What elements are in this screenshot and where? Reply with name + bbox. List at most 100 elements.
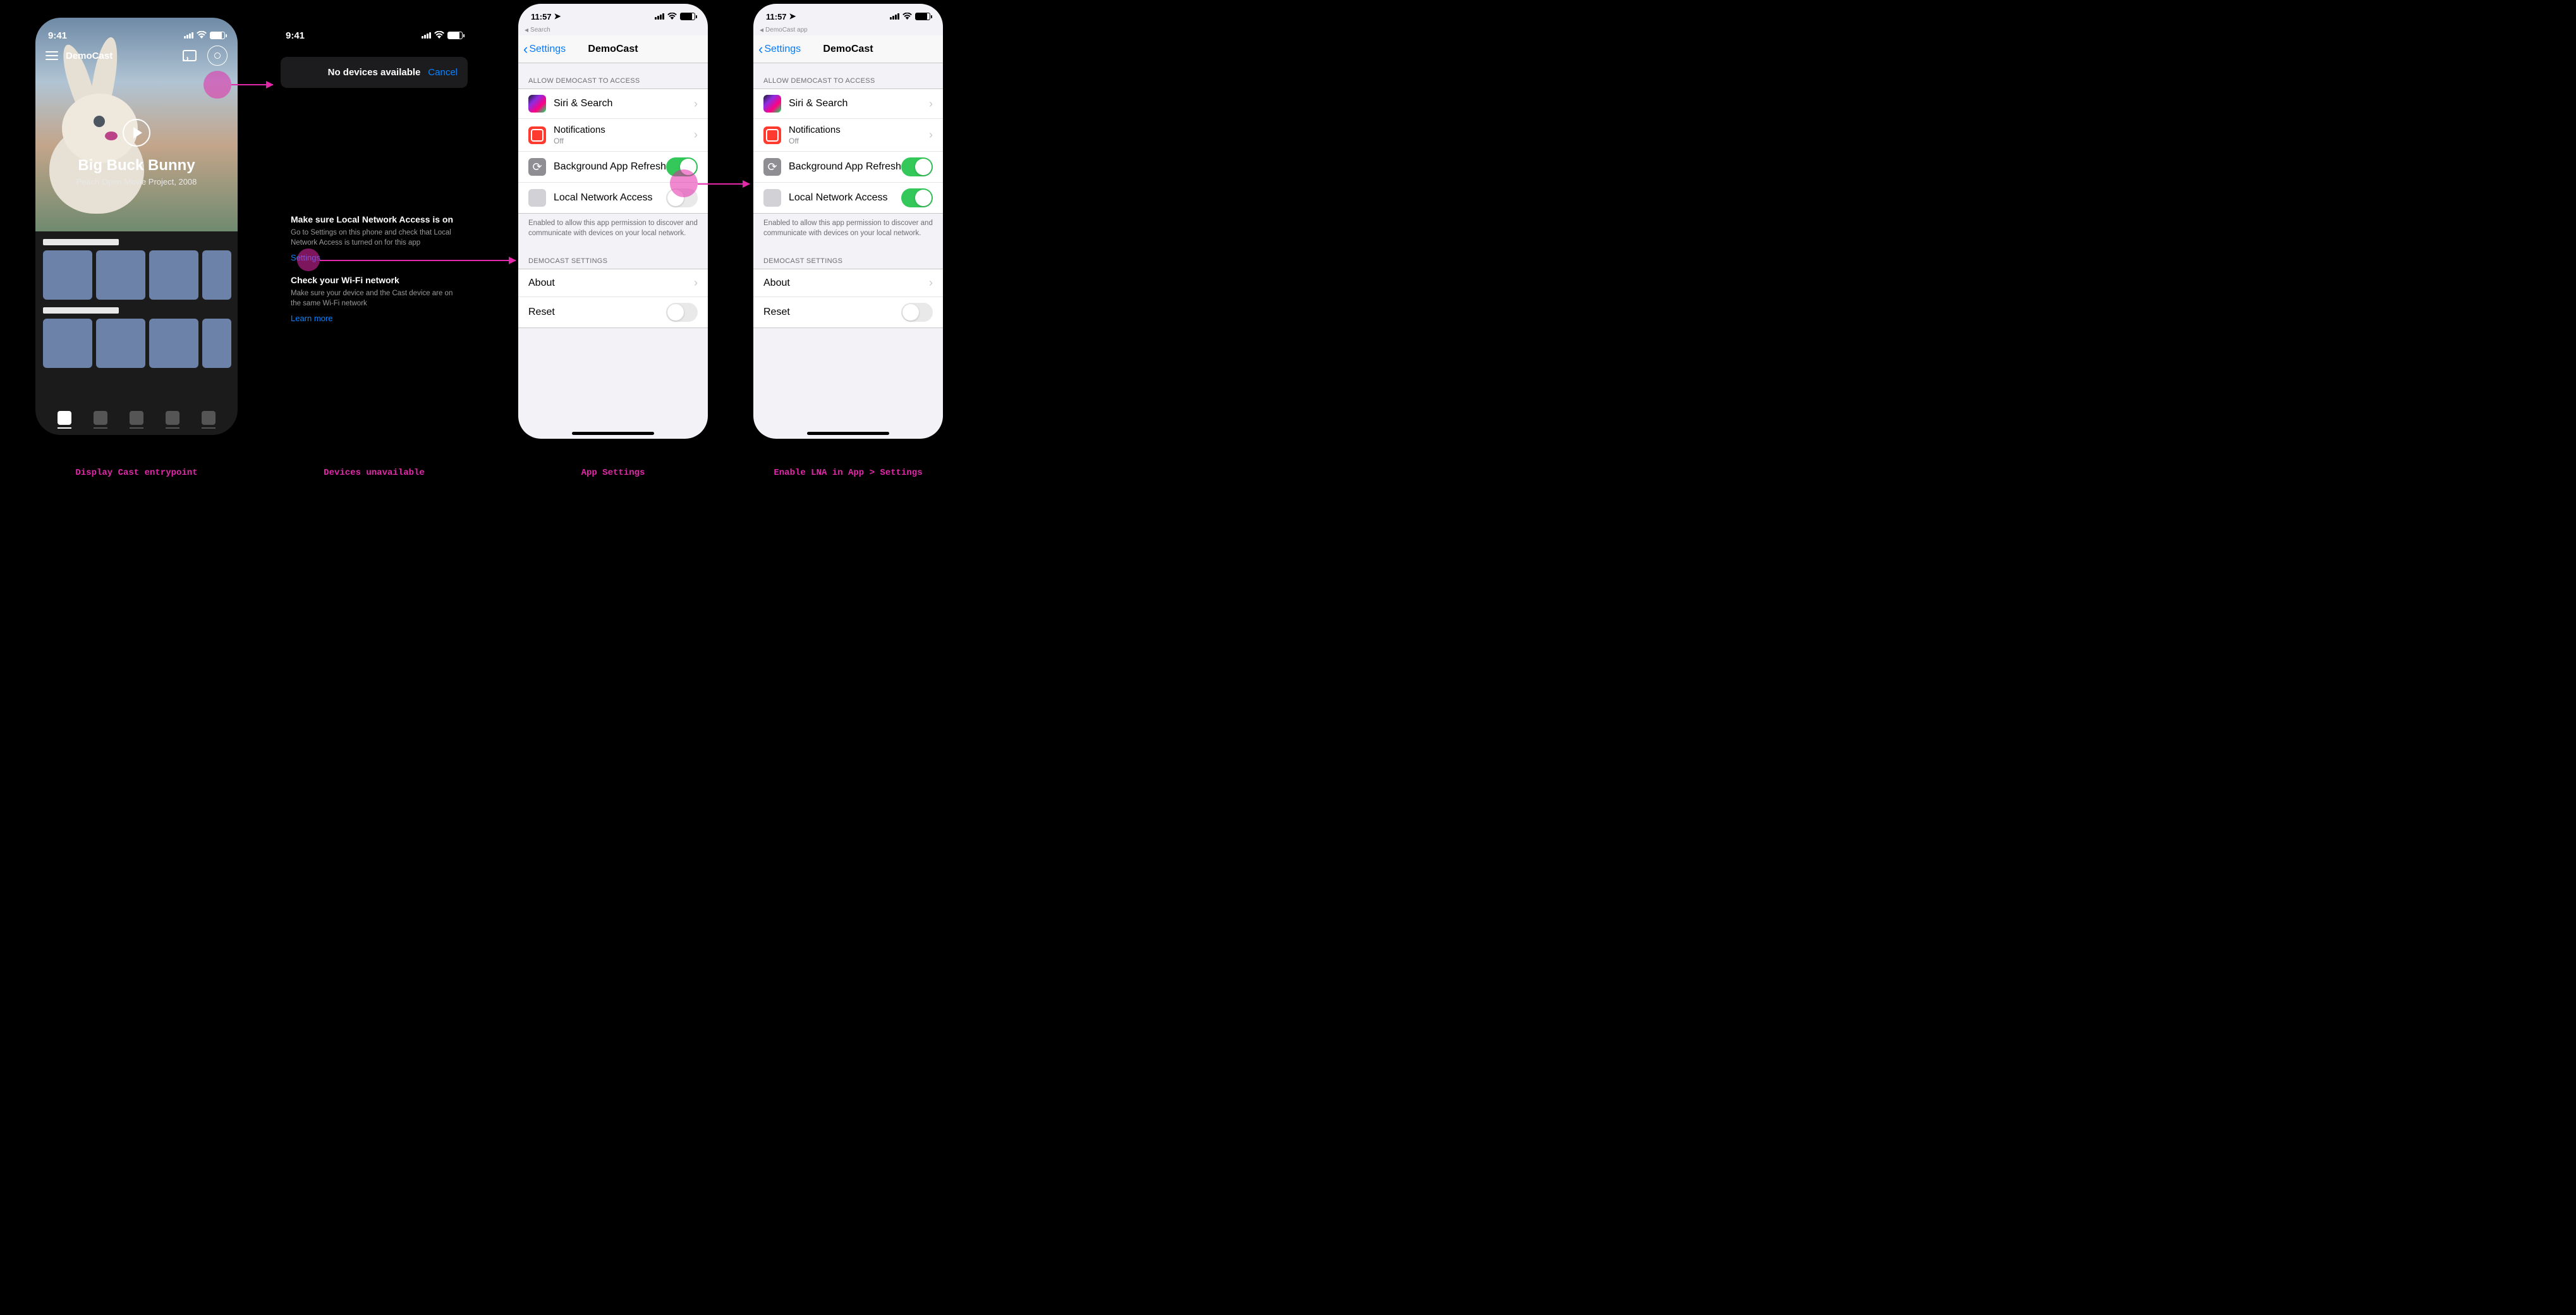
tab-item-2[interactable] [94,411,107,425]
breadcrumb[interactable]: ◂Search [518,24,708,35]
nav-title: DemoCast [823,44,873,55]
battery-icon [210,32,225,39]
chevron-right-icon: › [929,276,933,290]
video-subtitle: Peach Open Movie Project, 2008 [35,177,238,187]
cell-reset: Reset [518,297,708,327]
hamburger-menu-icon[interactable] [46,51,58,60]
status-icons [422,30,463,41]
section-header-democast: DEMOCAST SETTINGS [753,243,943,269]
battery-icon [915,13,930,20]
back-button[interactable]: ‹Settings [523,42,566,56]
content-tile[interactable] [202,319,231,368]
content-tile[interactable] [43,250,92,300]
status-time: 9:41 [48,30,67,41]
content-tile[interactable] [202,250,231,300]
content-tile[interactable] [149,250,198,300]
lna-icon [763,189,781,207]
info-heading-wifi: Check your Wi-Fi network [291,275,458,285]
cell-lna: Local Network Access [753,183,943,213]
chevron-right-icon: › [694,128,698,142]
home-indicator [572,432,654,435]
tab-bar [35,411,238,425]
cast-button[interactable] [179,46,200,66]
status-icons [655,12,695,21]
account-button[interactable] [207,46,228,66]
content-tile[interactable] [149,319,198,368]
content-tile[interactable] [96,319,145,368]
reset-switch[interactable] [666,303,698,322]
chevron-left-icon: ‹ [523,42,528,56]
play-button[interactable] [123,119,150,147]
bg-refresh-switch[interactable] [666,157,698,176]
caret-left-icon: ◂ [760,25,763,34]
tab-item-4[interactable] [166,411,179,425]
cast-icon [183,50,197,61]
reset-switch[interactable] [901,303,933,322]
app-title: DemoCast [66,51,172,61]
lna-icon [528,189,546,207]
siri-icon [528,95,546,113]
cell-notifications[interactable]: Notifications Off › [753,119,943,152]
flow-arrow-2 [320,260,516,261]
chevron-right-icon: › [929,97,933,111]
siri-icon [763,95,781,113]
info-heading-lna: Make sure Local Network Access is on [291,214,458,224]
cancel-button[interactable]: Cancel [428,67,458,78]
cell-lna: Local Network Access [518,183,708,213]
cell-bg-refresh: Background App Refresh [753,152,943,183]
refresh-icon [763,158,781,176]
status-icons [184,30,225,41]
chevron-right-icon: › [694,97,698,111]
caption-4: Enable LNA in App > Settings [753,468,943,478]
bg-refresh-switch[interactable] [901,157,933,176]
allow-access-group: Siri & Search › Notifications Off › Back… [518,89,708,214]
refresh-icon [528,158,546,176]
nav-title: DemoCast [588,44,638,55]
lna-switch[interactable] [666,188,698,207]
chevron-left-icon: ‹ [758,42,763,56]
wifi-icon [197,30,207,41]
phone-app-settings-lna-off: 11:57➤ ◂Search ‹Settings DemoCast ALLOW … [518,4,708,439]
battery-icon [447,32,463,39]
chevron-right-icon: › [694,276,698,290]
status-bar: 11:57➤ [753,4,943,24]
no-devices-sheet: No devices available Cancel [281,57,468,88]
caption-3: App Settings [518,468,708,478]
allow-access-group: Siri & Search › Notifications Off › Back… [753,89,943,214]
lna-switch[interactable] [901,188,933,207]
cell-siri[interactable]: Siri & Search › [753,89,943,119]
cell-notifications[interactable]: Notifications Off › [518,119,708,152]
section-header-democast: DEMOCAST SETTINGS [518,243,708,269]
democast-settings-group: About › Reset [753,269,943,328]
flow-arrow-3 [698,183,750,185]
phone-democast-app: 9:41 DemoCast Big Buck Bunny Pe [35,18,238,435]
content-tile[interactable] [96,250,145,300]
content-shelf-2 [35,307,238,368]
section-header-allow: ALLOW DEMOCAST TO ACCESS [753,63,943,89]
tab-item-3[interactable] [130,411,143,425]
info-text-lna: Go to Settings on this phone and check t… [291,228,458,248]
content-tile[interactable] [43,319,92,368]
breadcrumb[interactable]: ◂DemoCast app [753,24,943,35]
status-time: 9:41 [286,30,305,41]
lna-footer-text: Enabled to allow this app permission to … [518,214,708,243]
cell-about[interactable]: About › [518,269,708,297]
back-button[interactable]: ‹Settings [758,42,801,56]
info-text-wifi: Make sure your device and the Cast devic… [291,289,458,309]
cell-siri[interactable]: Siri & Search › [518,89,708,119]
flow-arrow-1 [231,84,273,85]
learn-more-link[interactable]: Learn more [291,314,458,323]
play-icon [133,127,142,138]
battery-icon [680,13,695,20]
location-icon: ➤ [789,11,796,21]
tab-item-1[interactable] [58,411,71,425]
shelf-title-placeholder [43,307,119,314]
status-bar: 9:41 [35,18,238,44]
caption-1: Display Cast entrypoint [35,468,238,478]
cellular-icon [890,13,899,20]
cellular-icon [184,32,193,39]
notifications-icon [763,126,781,144]
caption-2: Devices unavailable [273,468,475,478]
tab-item-5[interactable] [202,411,216,425]
cell-about[interactable]: About › [753,269,943,297]
